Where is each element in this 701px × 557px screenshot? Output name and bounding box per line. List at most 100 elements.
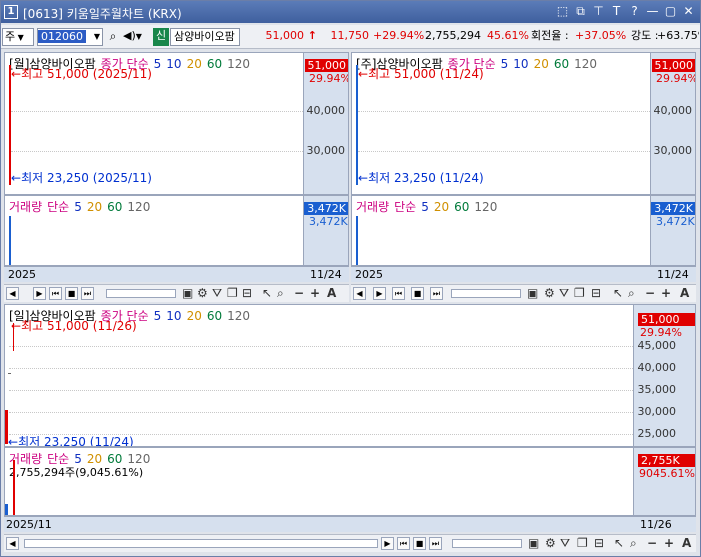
window-icon[interactable]: ❐ <box>574 286 585 300</box>
zoom-out-button[interactable]: − <box>294 286 304 300</box>
month-scrollbar[interactable] <box>106 289 176 298</box>
zoom-in-button[interactable]: + <box>310 286 320 300</box>
gridline <box>9 368 633 369</box>
day-volume-bar-2 <box>13 460 15 515</box>
font-icon[interactable]: T <box>609 4 624 19</box>
zoom-out-button[interactable]: − <box>645 286 655 300</box>
cursor-icon[interactable]: ↖ <box>262 286 272 300</box>
month-date-right: 11/24 <box>310 268 342 281</box>
day-volume-tag2: 9045.61% <box>639 467 695 480</box>
week-volume-tag: 3,472K <box>651 202 695 215</box>
speaker-icon[interactable]: ◀)▼ <box>123 28 149 46</box>
minimize-icon[interactable]: — <box>645 4 660 19</box>
day-volume-bar-1 <box>5 504 8 515</box>
maximize-icon[interactable]: ▢ <box>663 4 678 19</box>
play-button[interactable]: ▶ <box>33 287 46 300</box>
fast-forward-button[interactable]: ⏭ <box>81 287 94 300</box>
help-icon[interactable]: ? <box>627 4 642 19</box>
day-volume-panel[interactable]: 거래량 단순 5 20 60 120 2,755,294주(9,045.61%) 2,75… <box>4 447 696 516</box>
ma120-label: 120 <box>227 309 251 323</box>
window-icon[interactable]: ❐ <box>577 536 588 550</box>
y-tick-label: 30,000 <box>653 144 693 157</box>
window-title: [0613] 키움일주월차트 (KRX) <box>23 5 182 22</box>
indicator-icon[interactable]: ⛛ <box>560 536 570 551</box>
chart-type-icon[interactable]: ▣ <box>528 536 539 550</box>
settings-icon[interactable]: ⚙ <box>197 286 208 300</box>
fast-forward-button[interactable]: ⏭ <box>430 287 443 300</box>
pin-icon[interactable]: ⊤ <box>591 4 606 19</box>
month-price-panel[interactable]: [월]삼양바이오팜 종가 단순 5 10 20 60 120 ←최고 51,000 (202… <box>4 52 349 195</box>
week-y-axis: 51,000 29.94% 40,000 30,000 <box>650 53 695 194</box>
fast-forward-button[interactable]: ⏭ <box>429 537 442 550</box>
stock-code-input[interactable]: 012060 ▼ <box>37 28 103 46</box>
month-low-text: 최저 23,250 (2025/11) <box>21 171 152 185</box>
chart-type-icon[interactable]: ▣ <box>182 286 193 300</box>
tool-icon[interactable]: ⊟ <box>594 536 604 550</box>
font-size-button[interactable]: A <box>680 286 689 300</box>
indicator-icon[interactable]: ⛛ <box>559 286 569 301</box>
zoom-icon[interactable]: ⌕ <box>628 286 635 301</box>
mode-select[interactable]: 주 ▼ <box>2 28 34 46</box>
week-volume-panel[interactable]: 거래량 단순 5 20 60 120 3,472K 3,472K <box>351 195 696 266</box>
tool-icon[interactable]: ⊟ <box>242 286 252 300</box>
font-size-button[interactable]: A <box>682 536 691 550</box>
month-volume-tag2: 3,472K <box>309 215 348 228</box>
settings-icon[interactable]: ⚙ <box>544 286 555 300</box>
volume-legend-sub: 단순 <box>394 200 417 214</box>
gridline <box>9 390 633 391</box>
window-icon[interactable]: ❐ <box>227 286 238 300</box>
scroll-left-button[interactable]: ◀ <box>353 287 366 300</box>
scroll-left-button[interactable]: ◀ <box>6 537 19 550</box>
close-icon[interactable]: ✕ <box>681 4 696 19</box>
month-date-bar: 2025 11/24 <box>4 266 349 282</box>
play-button[interactable]: ▶ <box>373 287 386 300</box>
month-volume-bar <box>9 216 11 265</box>
ma60-label: 60 <box>553 57 570 71</box>
month-low-label: ←최저 23,250 (2025/11) <box>11 171 152 185</box>
ma120-label: 120 <box>574 57 598 71</box>
settings-icon[interactable]: ⚙ <box>545 536 556 550</box>
play-button[interactable]: ▶ <box>381 537 394 550</box>
tool-icon[interactable]: ⊟ <box>591 286 601 300</box>
volume-percent: 45.61% <box>487 29 529 42</box>
stop-button[interactable]: ■ <box>65 287 78 300</box>
copy-window-icon[interactable]: ⧉ <box>573 4 588 19</box>
new-listing-badge: 신 <box>153 28 169 46</box>
search-icon[interactable]: ⌕ <box>106 28 120 46</box>
week-volume-legend: 거래량 단순 5 20 60 120 <box>356 198 502 215</box>
day-price-panel[interactable]: [일]삼양바이오팜 종가 단순 5 10 20 60 120 ←최고 51,000 (11/… <box>4 304 696 447</box>
scroll-left-button[interactable]: ◀ <box>6 287 19 300</box>
ma20-label: 20 <box>186 57 202 71</box>
window-number: 1 <box>4 5 18 19</box>
zoom-in-button[interactable]: + <box>661 286 671 300</box>
zoom-in-button[interactable]: + <box>664 536 674 550</box>
day-high-label: ←최고 51,000 (11/26) <box>11 319 137 333</box>
font-size-button[interactable]: A <box>327 286 336 300</box>
week-scrollbar[interactable] <box>451 289 521 298</box>
day-range-slider[interactable] <box>452 539 522 548</box>
strength-label: 강도 : <box>631 29 659 42</box>
current-price: 51,000 ↑ <box>265 29 317 42</box>
cursor-icon[interactable]: ↖ <box>613 286 623 300</box>
rewind-button[interactable]: ⏮ <box>397 537 410 550</box>
ma5-label: 5 <box>153 309 162 323</box>
day-scrollbar[interactable] <box>24 539 378 548</box>
month-volume-panel[interactable]: 거래량 단순 5 20 60 120 3,472K 3,472K <box>4 195 349 266</box>
vma120-label: 120 <box>127 200 151 214</box>
ma5-label: 5 <box>153 57 162 71</box>
cursor-icon[interactable]: ↖ <box>614 536 624 550</box>
link-icon[interactable]: ⬚ <box>555 4 570 19</box>
rewind-button[interactable]: ⏮ <box>392 287 405 300</box>
zoom-icon[interactable]: ⌕ <box>277 286 284 301</box>
stop-button[interactable]: ■ <box>413 537 426 550</box>
zoom-out-button[interactable]: − <box>647 536 657 550</box>
chart-type-icon[interactable]: ▣ <box>527 286 538 300</box>
week-price-panel[interactable]: [주]삼양바이오팜 종가 단순 5 10 20 60 120 ←최고 51,000 (11/… <box>351 52 696 195</box>
stop-button[interactable]: ■ <box>411 287 424 300</box>
toolbar: 주 ▼ 012060 ▼ ⌕ ◀)▼ 신 삼양바이오팜 51,000 ↑ 11,… <box>1 25 700 49</box>
zoom-icon[interactable]: ⌕ <box>630 536 637 551</box>
month-candle <box>9 65 11 185</box>
rewind-button[interactable]: ⏮ <box>49 287 62 300</box>
indicator-icon[interactable]: ⛛ <box>212 286 222 301</box>
vma60-label: 60 <box>454 200 470 214</box>
